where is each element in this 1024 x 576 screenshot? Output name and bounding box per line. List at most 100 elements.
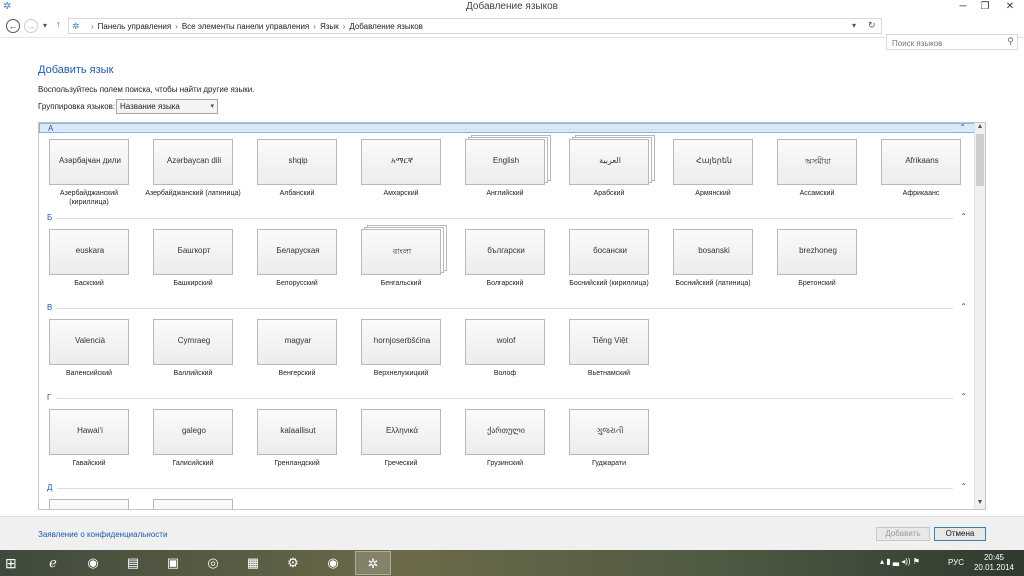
add-button[interactable]: Добавить [876, 527, 930, 541]
back-button[interactable]: ← [6, 19, 20, 33]
language-tile-box[interactable]: hornjoserbšćina [361, 319, 441, 365]
firefox-icon[interactable]: ◉ [315, 551, 351, 575]
minimize-button[interactable]: ─ [952, 0, 974, 15]
language-tile[interactable]: বাংলা Бенгальский [361, 229, 443, 295]
language-tile-box[interactable]: Հայերեն [673, 139, 753, 185]
scrollbar-thumb[interactable] [976, 134, 984, 186]
language-tile-box[interactable]: Azərbaycan dili [153, 139, 233, 185]
language-tile[interactable]: galego Галисийский [153, 409, 235, 475]
language-tile-box[interactable]: ગુજરાતી [569, 409, 649, 455]
language-tile-box[interactable]: বাংলা [361, 229, 441, 275]
control-panel-taskbar-icon[interactable]: ✲ [355, 551, 391, 575]
cancel-button[interactable]: Отмена [934, 527, 986, 541]
internet-explorer-icon[interactable]: ℯ [35, 551, 71, 575]
language-tile-box[interactable]: kalaallisut [257, 409, 337, 455]
media-player-icon[interactable]: ◎ [195, 551, 231, 575]
language-tile-box[interactable]: Беларуская [257, 229, 337, 275]
language-tile-box[interactable]: Башҡорт [153, 229, 233, 275]
language-tile-box[interactable]: Afrikaans [881, 139, 961, 185]
app-icon[interactable]: ▦ [235, 551, 271, 575]
language-tile-box[interactable]: brezhoneg [777, 229, 857, 275]
app-icon[interactable]: ▣ [155, 551, 191, 575]
language-tile-box[interactable]: Tiếng Việt [569, 319, 649, 365]
collapse-chevron-icon[interactable]: ⌃ [960, 212, 967, 221]
firefox-icon[interactable]: ◉ [75, 551, 111, 575]
language-tile[interactable]: brezhoneg Бретонский [777, 229, 859, 295]
collapse-chevron-icon[interactable]: ⌃ [960, 482, 967, 491]
group-header[interactable]: Д ⌃ [39, 482, 975, 493]
breadcrumb-add-languages[interactable]: Добавление языков [349, 22, 423, 31]
language-tile[interactable]: Afrikaans Африкаанс [881, 139, 963, 205]
language-tile[interactable]: български Болгарский [465, 229, 547, 295]
language-tile[interactable]: wolof Волоф [465, 319, 547, 385]
language-tile[interactable]: ქართული Грузинский [465, 409, 547, 475]
breadcrumb-chevron-icon[interactable]: › [91, 22, 94, 31]
language-tile[interactable]: bosanski Боснийский (латиница) [673, 229, 755, 295]
language-tile[interactable]: አማርኛ Амхарский [361, 139, 443, 205]
language-tile-box[interactable]: Азәрбајҹан дили [49, 139, 129, 185]
scroll-up-icon[interactable]: ▲ [975, 123, 985, 133]
language-tile-box[interactable]: অসমীয়া [777, 139, 857, 185]
language-tile-box[interactable]: ქართული [465, 409, 545, 455]
refresh-icon[interactable]: ↻ [868, 20, 876, 31]
language-tile[interactable]: Cymraeg Валлийский [153, 319, 235, 385]
group-header[interactable]: Г ⌃ [39, 392, 975, 403]
language-tile-box[interactable]: English [465, 139, 545, 185]
collapse-chevron-icon[interactable]: ⌃ [960, 392, 967, 401]
language-tile[interactable]: ગુજરાતી Гуджарати [569, 409, 651, 475]
language-tile[interactable]: Azərbaycan dili Азербайджанский (латиница… [145, 139, 241, 205]
address-bar[interactable]: ✲ › Панель управления › Все элементы панели… [68, 18, 882, 34]
language-tile[interactable]: Tiếng Việt Вьетнамский [569, 319, 651, 385]
collapse-chevron-icon[interactable]: ⌃ [959, 123, 966, 132]
breadcrumb-language[interactable]: Язык [320, 22, 339, 31]
breadcrumb-control-panel[interactable]: Панель управления [98, 22, 172, 31]
system-tray-icons[interactable]: ▴ ▮ ▃ ◂)) ⚑ [880, 557, 920, 566]
language-tile[interactable] [153, 499, 235, 509]
breadcrumb-chevron-icon[interactable]: › [343, 22, 346, 31]
language-tile[interactable]: hornjoserbšćina Верхнелужицкий [361, 319, 443, 385]
language-tile[interactable]: shqip Албанский [257, 139, 339, 205]
language-tile-box[interactable] [49, 499, 129, 509]
language-tile-box[interactable]: Valencià [49, 319, 129, 365]
language-tile-box[interactable]: Hawaiʻi [49, 409, 129, 455]
language-tile[interactable] [49, 499, 131, 509]
language-tile[interactable]: Hawaiʻi Гавайский [49, 409, 131, 475]
group-header[interactable]: Б ⌃ [39, 212, 975, 223]
input-language-indicator[interactable]: РУС [948, 558, 964, 567]
grouping-select[interactable]: Название языка ▾ [116, 99, 218, 114]
up-arrow-icon[interactable]: ↑ [56, 19, 61, 29]
group-header[interactable]: А ⌃ [39, 123, 975, 133]
language-tile-box[interactable]: bosanski [673, 229, 753, 275]
language-tile-box[interactable]: shqip [257, 139, 337, 185]
language-tile-box[interactable]: български [465, 229, 545, 275]
language-tile[interactable]: العربية Арабский [569, 139, 651, 205]
address-dropdown-icon[interactable]: ▾ [852, 21, 856, 30]
language-tile[interactable]: Valencià Валенсийский [49, 319, 131, 385]
language-tile[interactable]: magyar Венгерский [257, 319, 339, 385]
search-input[interactable] [890, 36, 1004, 50]
language-tile[interactable]: босански Боснийский (кириллица) [569, 229, 651, 295]
maximize-button[interactable]: ❐ [974, 0, 996, 15]
settings-app-icon[interactable]: ⚙ [275, 551, 311, 575]
privacy-link[interactable]: Заявление о конфиденциальности [38, 530, 167, 539]
language-tile-box[interactable]: አማርኛ [361, 139, 441, 185]
language-tile-box[interactable] [153, 499, 233, 509]
language-tile-box[interactable]: العربية [569, 139, 649, 185]
language-tile[interactable]: Беларуская Белорусский [257, 229, 339, 295]
language-tile-box[interactable]: Cymraeg [153, 319, 233, 365]
group-header[interactable]: В ⌃ [39, 302, 975, 313]
language-tile[interactable]: euskara Баскский [49, 229, 131, 295]
language-tile[interactable]: Ελληνικά Греческий [361, 409, 443, 475]
search-icon[interactable]: ⚲ [1007, 36, 1014, 47]
language-tile[interactable]: Башҡорт Башкирский [153, 229, 235, 295]
language-list[interactable]: А ⌃ Азәрбајҹан дили Азербайджанский (кирилл… [38, 122, 986, 510]
start-windows-icon[interactable]: ⊞ [5, 555, 21, 571]
file-explorer-icon[interactable]: ▤ [115, 551, 151, 575]
scroll-down-icon[interactable]: ▼ [975, 499, 985, 509]
language-tile-box[interactable]: wolof [465, 319, 545, 365]
language-tile[interactable]: Азәрбајҹан дили Азербайджанский (кириллиц… [49, 139, 131, 206]
language-tile-box[interactable]: Ελληνικά [361, 409, 441, 455]
breadcrumb-chevron-icon[interactable]: › [175, 22, 178, 31]
language-tile[interactable]: অসমীয়া Ассамский [777, 139, 859, 205]
language-tile-box[interactable]: magyar [257, 319, 337, 365]
